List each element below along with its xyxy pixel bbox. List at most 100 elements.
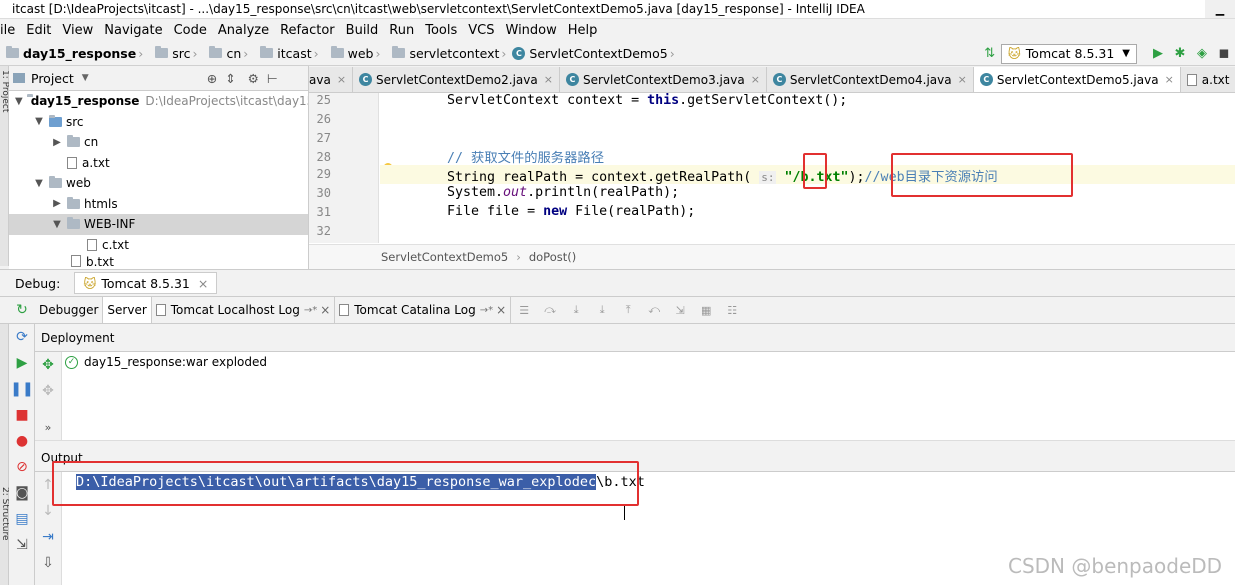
menu-edit[interactable]: Edit: [26, 23, 51, 38]
run-icon[interactable]: ▶: [1150, 46, 1166, 62]
scroll-to-end-icon[interactable]: ⇩: [35, 550, 61, 576]
crumb-module[interactable]: day15_response ›: [0, 46, 143, 61]
tree-item[interactable]: c.txt: [9, 235, 308, 256]
tree-item[interactable]: b.txt: [9, 255, 308, 267]
tab-catalina-log[interactable]: Tomcat Catalina Log →* ×: [335, 297, 512, 323]
locate-icon[interactable]: ⊕: [207, 71, 217, 86]
menu-tools[interactable]: Tools: [425, 23, 457, 38]
menu-view[interactable]: View: [62, 23, 93, 38]
code-line-30[interactable]: System.out.println(realPath);: [447, 185, 679, 200]
breadcrumb-class[interactable]: ServletContextDemo5: [381, 250, 508, 264]
tree-item[interactable]: ▼ day15_response D:\IdeaProjects\itcast\…: [9, 91, 308, 112]
editor-tab[interactable]: ava ×: [309, 67, 354, 92]
run-config-select[interactable]: 🐱 Tomcat 8.5.31 ▼: [1000, 43, 1137, 64]
step-over-icon[interactable]: ⤼: [542, 303, 558, 317]
debug-session-tab[interactable]: 🐱 Tomcat 8.5.31 ×: [74, 272, 218, 294]
code-line-25[interactable]: ServletContext context = this.getServlet…: [447, 93, 847, 108]
stop-icon[interactable]: ■: [9, 402, 35, 428]
step-out-icon[interactable]: ⤒: [620, 303, 636, 317]
tree-item[interactable]: a.txt: [9, 153, 308, 174]
close-icon[interactable]: ×: [1165, 73, 1174, 86]
project-header-label[interactable]: Project: [31, 71, 74, 86]
threads-icon[interactable]: ☰: [516, 303, 532, 317]
pin-icon[interactable]: →*: [304, 305, 317, 316]
deployment-item[interactable]: ✓ day15_response:war exploded: [65, 355, 267, 369]
close-icon[interactable]: ×: [496, 303, 506, 317]
close-icon[interactable]: ×: [320, 303, 330, 317]
crumb-itcast[interactable]: itcast ›: [254, 46, 319, 61]
menu-help[interactable]: Help: [568, 23, 598, 38]
sort-icon[interactable]: ⇅: [982, 46, 998, 62]
expand-arrow-icon[interactable]: ▼: [33, 178, 45, 189]
tree-item[interactable]: ▶ cn: [9, 132, 308, 153]
crumb-src[interactable]: src ›: [149, 46, 197, 61]
expand-arrow-icon[interactable]: ▼: [51, 219, 63, 230]
close-icon[interactable]: ×: [337, 73, 346, 86]
gear-icon[interactable]: ⚙: [248, 71, 259, 86]
export-icon[interactable]: ⇲: [9, 532, 35, 558]
menu-refactor[interactable]: Refactor: [280, 23, 335, 38]
resume-icon[interactable]: ▶: [9, 350, 35, 376]
step-into-icon[interactable]: ⤓: [568, 303, 584, 317]
close-icon[interactable]: ×: [198, 276, 208, 291]
tab-debugger[interactable]: Debugger: [35, 297, 104, 323]
debug-icon[interactable]: ✱: [1172, 46, 1188, 62]
trace-icon[interactable]: ☷: [724, 303, 740, 317]
menu-code[interactable]: Code: [174, 23, 207, 38]
editor-tab[interactable]: C ServletContextDemo3.java ×: [559, 67, 767, 92]
tree-item[interactable]: ▼ web: [9, 173, 308, 194]
run-to-cursor-icon[interactable]: ⇲: [672, 303, 688, 317]
code-line-31[interactable]: File file = new File(realPath);: [447, 204, 695, 219]
breadcrumb-method[interactable]: doPost(): [529, 250, 576, 264]
camera-icon[interactable]: ◙: [9, 480, 35, 506]
menu-file[interactable]: ile: [0, 23, 15, 38]
chevron-down-icon[interactable]: ▼: [82, 73, 89, 83]
layout-icon[interactable]: ▤: [9, 506, 35, 532]
undeploy-icon[interactable]: ✥: [35, 378, 61, 404]
menu-navigate[interactable]: Navigate: [104, 23, 162, 38]
evaluate-icon[interactable]: ▦: [698, 303, 714, 317]
force-step-into-icon[interactable]: ⤓: [594, 303, 610, 317]
crumb-servletcontext[interactable]: servletcontext ›: [386, 46, 506, 61]
soft-wrap-icon[interactable]: ⇥: [35, 524, 61, 550]
tab-localhost-log[interactable]: Tomcat Localhost Log →* ×: [152, 297, 336, 323]
expand-arrow-icon[interactable]: ▶: [51, 137, 63, 148]
rerun-icon[interactable]: ↻: [9, 297, 35, 323]
tree-item-selected[interactable]: ▼ WEB-INF: [9, 214, 308, 235]
editor-tab[interactable]: C ServletContextDemo4.java ×: [766, 67, 974, 92]
profile-icon[interactable]: ◼: [1216, 46, 1232, 62]
editor-tab-active[interactable]: C ServletContextDemo5.java ×: [973, 67, 1181, 92]
menu-window[interactable]: Window: [506, 23, 557, 38]
menu-build[interactable]: Build: [346, 23, 379, 38]
pin-icon[interactable]: →*: [480, 305, 493, 316]
close-icon[interactable]: ×: [958, 73, 967, 86]
minimize-button[interactable]: ▁: [1205, 0, 1235, 18]
view-breakpoints-icon[interactable]: ●: [9, 428, 35, 454]
menu-vcs[interactable]: VCS: [468, 23, 494, 38]
deploy-icon[interactable]: ✥: [35, 352, 61, 378]
refresh-icon[interactable]: ⟳: [9, 324, 35, 350]
hide-icon[interactable]: ⊢: [267, 71, 278, 86]
expand-arrow-icon[interactable]: ▼: [15, 96, 23, 107]
close-icon[interactable]: ×: [751, 73, 760, 86]
mute-breakpoints-icon[interactable]: ⊘: [9, 454, 35, 480]
tree-item[interactable]: ▼ src: [9, 112, 308, 133]
editor-tab[interactable]: C ServletContextDemo2.java ×: [353, 67, 560, 92]
menu-run[interactable]: Run: [389, 23, 414, 38]
menu-analyze[interactable]: Analyze: [218, 23, 269, 38]
code-line-28[interactable]: // 获取文件的服务器路径: [447, 147, 604, 166]
crumb-class[interactable]: C ServletContextDemo5 ›: [512, 46, 675, 61]
pause-icon[interactable]: ❚❚: [9, 376, 35, 402]
tree-item[interactable]: ▶ htmls: [9, 194, 308, 215]
coverage-icon[interactable]: ◈: [1194, 46, 1210, 62]
crumb-web[interactable]: web ›: [325, 46, 380, 61]
collapse-icon[interactable]: ⇕: [225, 71, 235, 86]
tab-server[interactable]: Server: [103, 297, 152, 323]
expand-arrow-icon[interactable]: ▶: [51, 198, 63, 209]
close-icon[interactable]: ×: [544, 73, 553, 86]
expand-arrow-icon[interactable]: ▼: [33, 116, 45, 127]
more-icon[interactable]: »: [35, 414, 61, 440]
drop-frame-icon[interactable]: ⤺: [646, 303, 662, 317]
crumb-cn[interactable]: cn ›: [203, 46, 248, 61]
editor-tab[interactable]: a.txt×: [1180, 67, 1235, 92]
